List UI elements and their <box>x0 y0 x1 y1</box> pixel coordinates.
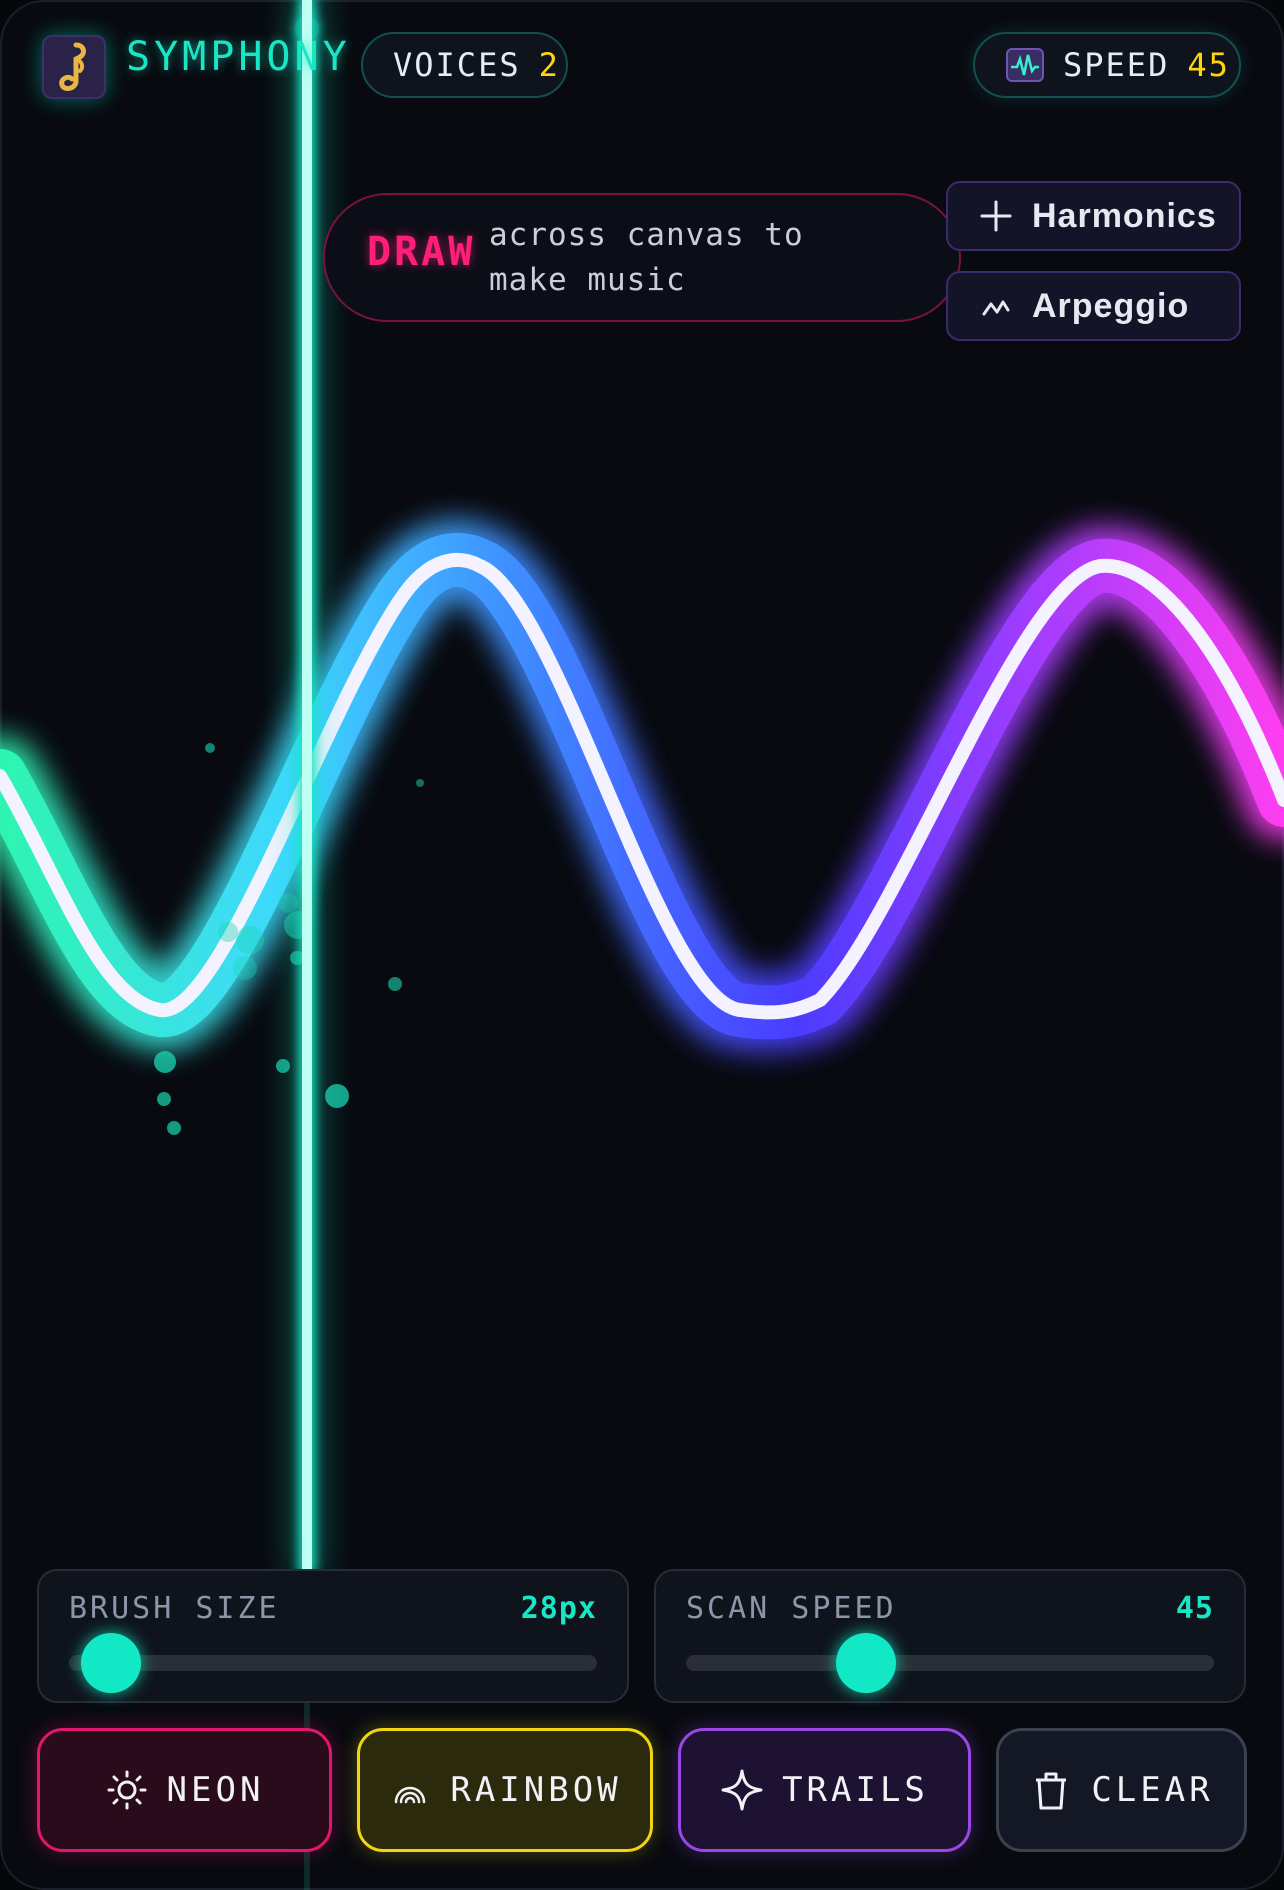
wave-stroke-glow <box>0 520 1284 1053</box>
scan-speed-label: SCAN SPEED <box>686 1591 897 1626</box>
clear-button[interactable]: CLEAR <box>996 1728 1247 1852</box>
brush-size-value: 28px <box>520 1591 597 1626</box>
clear-label: CLEAR <box>1091 1770 1214 1810</box>
harmonics-label: Harmonics <box>1032 196 1217 235</box>
neon-button[interactable]: NEON <box>37 1728 332 1852</box>
rainbow-label: RAINBOW <box>450 1770 622 1810</box>
sun-icon <box>105 1768 149 1812</box>
scan-speed-value: 45 <box>1175 1591 1214 1626</box>
trash-icon <box>1029 1768 1073 1812</box>
sparkle-icon <box>720 1768 764 1812</box>
brush-size-label: BRUSH SIZE <box>69 1591 280 1626</box>
scan-line <box>302 0 312 1570</box>
draw-hint: DRAW across canvas to make music <box>323 193 961 322</box>
arpeggio-label: Arpeggio <box>1032 286 1190 325</box>
arpeggio-button[interactable]: Arpeggio <box>946 271 1241 341</box>
hint-text: across canvas to make music <box>489 217 804 298</box>
speed-label: SPEED <box>1063 46 1170 84</box>
rainbow-icon <box>388 1768 432 1812</box>
voices-badge: VOICES 2 <box>361 32 568 98</box>
harmonics-button[interactable]: Harmonics <box>946 181 1241 251</box>
scan-speed-panel: SCAN SPEED 45 <box>654 1569 1246 1703</box>
voices-count: 2 <box>538 46 560 84</box>
trails-label: TRAILS <box>782 1770 929 1810</box>
plus-icon <box>976 196 1016 236</box>
speed-badge: SPEED 45 <box>973 32 1241 98</box>
scan-speed-thumb[interactable] <box>835 1633 896 1693</box>
scan-speed-track[interactable] <box>686 1633 1214 1693</box>
arpeggio-icon <box>976 286 1016 326</box>
hint-draw-word: DRAW <box>367 229 476 275</box>
voices-label: VOICES <box>393 46 521 84</box>
music-note-icon <box>59 42 86 91</box>
app-window: SYMPHONY VOICES 2 SPEED 45 DRAW across c… <box>0 0 1284 1890</box>
app-title: SYMPHONY <box>126 34 351 80</box>
logo-tile <box>42 35 106 99</box>
waveform-monitor-icon <box>1006 48 1044 82</box>
speed-value: 45 <box>1187 46 1230 84</box>
brush-size-track[interactable] <box>69 1633 597 1693</box>
neon-label: NEON <box>166 1770 265 1810</box>
brush-size-panel: BRUSH SIZE 28px <box>37 1569 629 1703</box>
brush-size-thumb[interactable] <box>81 1633 142 1693</box>
trails-button[interactable]: TRAILS <box>678 1728 971 1852</box>
rainbow-button[interactable]: RAINBOW <box>357 1728 653 1852</box>
